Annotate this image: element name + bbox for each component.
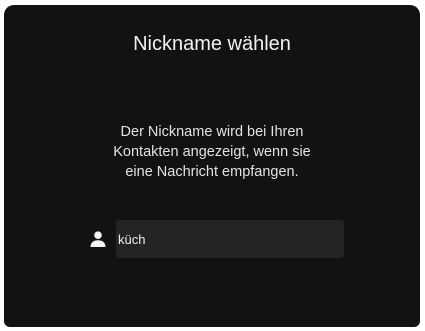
description-line: eine Nachricht empfangen.	[125, 164, 299, 180]
nickname-input-row	[80, 220, 344, 258]
nickname-field[interactable]	[116, 220, 344, 258]
nickname-input[interactable]	[116, 220, 344, 258]
nickname-dialog: Nickname wählen Der Nickname wird bei Ih…	[4, 5, 420, 327]
description-line: Der Nickname wird bei Ihren	[120, 124, 304, 140]
dialog-description: Der Nickname wird bei Ihren Kontakten an…	[4, 122, 420, 182]
dialog-title: Nickname wählen	[133, 33, 291, 55]
description-line: Kontakten angezeigt, wenn sie	[113, 144, 311, 160]
user-icon	[80, 220, 116, 258]
